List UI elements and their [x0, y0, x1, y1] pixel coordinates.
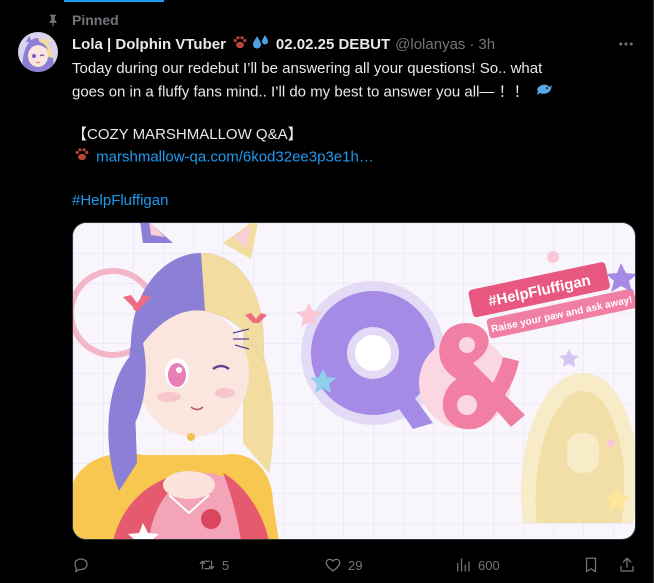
tweet-link-line: marshmallow-qa.com/6kod32ee3p3e1h…: [72, 146, 628, 168]
dolphin-emoji-icon: [535, 80, 553, 105]
retweet-count: 5: [222, 557, 230, 573]
bookmark-button[interactable]: [582, 554, 600, 576]
analytics-icon: [457, 558, 470, 572]
tweet-image[interactable]: #HelpFluffigan Raise your paw and ask aw…: [72, 222, 636, 540]
tweet-header: Lola | Dolphin VTuber 02.02.25 DEBUT @lo…: [72, 34, 594, 54]
tweet-line-2: goes on in a fluffy fans mind.. I’ll do …: [72, 80, 628, 102]
reply-button[interactable]: [72, 554, 90, 576]
droplets-emoji-icon: [252, 34, 270, 54]
tweet-line-1: Today during our redebut I’ll be answeri…: [72, 60, 543, 77]
paw-emoji-icon: [232, 34, 248, 54]
share-icon: [620, 557, 634, 572]
like-button[interactable]: 29: [324, 554, 362, 576]
retweet-icon: [199, 560, 215, 570]
debut-date: 02.02.25 DEBUT: [275, 35, 391, 53]
tab-indicator: [0, 0, 654, 6]
separator-dot: ·: [469, 35, 475, 53]
user-handle[interactable]: @lolanyas: [395, 36, 465, 53]
paw-emoji-icon: [74, 146, 90, 169]
tweet-heading: 【COZY MARSHMALLOW Q&A】: [72, 126, 303, 143]
tweet-link[interactable]: marshmallow-qa.com/6kod32ee3p3e1h…: [96, 148, 374, 165]
hashtag-link[interactable]: #HelpFluffigan: [72, 192, 168, 209]
timestamp[interactable]: 3h: [478, 36, 495, 53]
reply-icon: [74, 558, 88, 573]
more-icon: [619, 42, 633, 46]
bookmark-icon: [585, 557, 597, 573]
share-button[interactable]: [618, 554, 636, 576]
display-name[interactable]: Lola | Dolphin VTuber: [72, 36, 226, 53]
more-options-button[interactable]: [616, 34, 636, 54]
pin-icon: [49, 14, 57, 27]
tweet-line-2-text: goes on in a fluffy fans mind.. I’ll do …: [72, 83, 529, 101]
like-count: 29: [348, 557, 363, 573]
view-count: 600: [478, 557, 500, 573]
avatar[interactable]: [18, 32, 58, 72]
pinned-label: Pinned: [72, 12, 119, 28]
views-button[interactable]: 600: [454, 554, 500, 576]
retweet-button[interactable]: 5: [198, 554, 229, 576]
pinned-indicator: Pinned: [46, 10, 119, 30]
tweet-actions: 5 29 600: [72, 554, 636, 576]
tweet-text: Today during our redebut I’ll be answeri…: [72, 58, 628, 212]
heart-icon: [325, 558, 341, 572]
